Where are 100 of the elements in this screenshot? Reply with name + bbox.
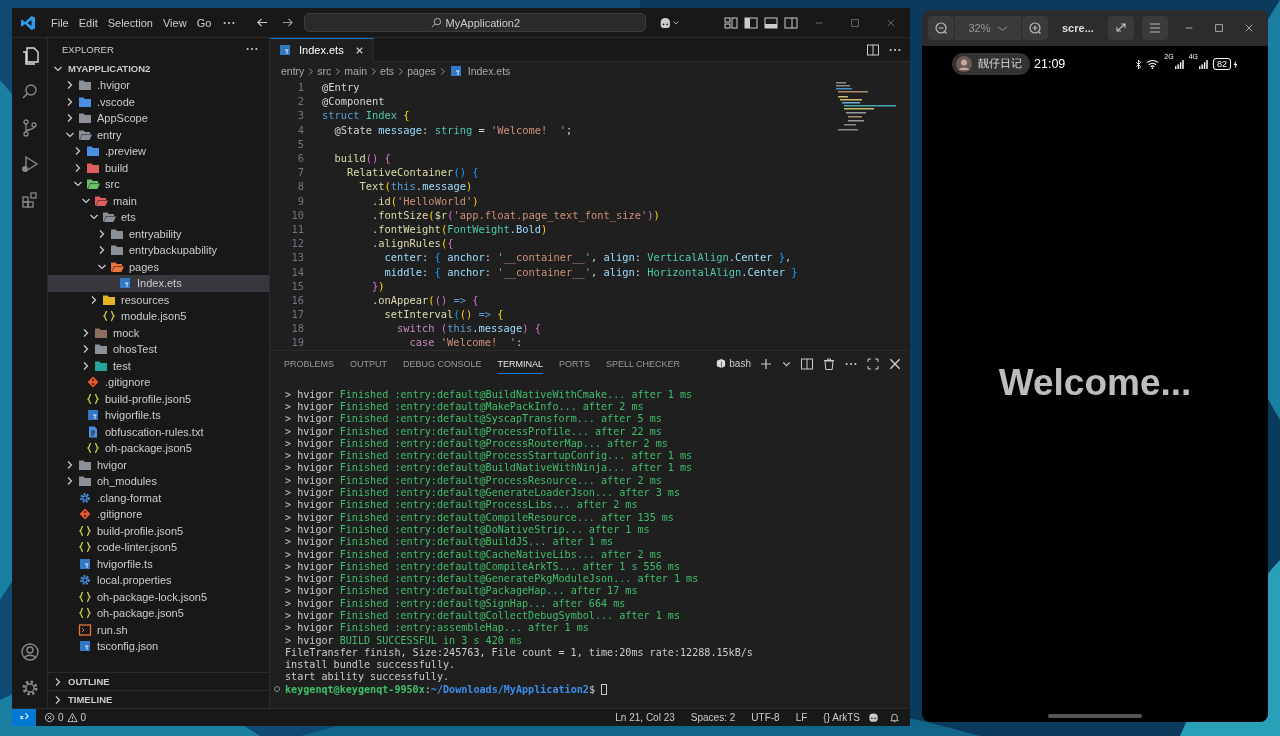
- tree-item[interactable]: tsconfig.json: [48, 638, 269, 655]
- tree-item[interactable]: module.json5: [48, 308, 269, 325]
- tree-item[interactable]: Index.ets: [48, 275, 269, 292]
- add-terminal-icon[interactable]: [759, 356, 773, 371]
- menu-item[interactable]: Selection: [102, 13, 158, 32]
- tree-item[interactable]: src: [48, 176, 269, 193]
- tree-item[interactable]: hvigorfile.ts: [48, 407, 269, 424]
- problems-button[interactable]: 0 0: [36, 712, 95, 723]
- code-line: }): [371, 279, 385, 292]
- notification-bell-icon[interactable]: [889, 712, 900, 723]
- tree-item[interactable]: entry: [48, 126, 269, 143]
- tree-item[interactable]: code-linter.json5: [48, 539, 269, 556]
- tree-item[interactable]: oh-package.json5: [48, 605, 269, 622]
- command-center[interactable]: MyApplication2: [304, 13, 647, 32]
- tree-item[interactable]: .vscode: [48, 93, 269, 110]
- breadcrumb-item[interactable]: src: [317, 65, 332, 77]
- code-line: build() {: [333, 152, 391, 165]
- tree-item[interactable]: build-profile.json5: [48, 522, 269, 539]
- app-chip[interactable]: 靓仔日记: [952, 53, 1030, 75]
- close-icon[interactable]: [888, 356, 902, 371]
- menu-item[interactable]: File: [46, 13, 74, 32]
- project-header[interactable]: MYAPPLICATION2: [48, 60, 269, 77]
- menu-item[interactable]: Edit: [73, 13, 103, 32]
- tree-item[interactable]: build-profile.json5: [48, 390, 269, 407]
- tree-item[interactable]: test: [48, 357, 269, 374]
- tree-item[interactable]: .gitignore: [48, 374, 269, 391]
- fullscreen-icon[interactable]: [1107, 16, 1134, 40]
- menu-item[interactable]: View: [157, 13, 192, 32]
- maximize-icon[interactable]: [1214, 23, 1224, 33]
- status-item[interactable]: {} ArkTS: [815, 712, 868, 723]
- status-item[interactable]: Spaces: 2: [682, 712, 744, 723]
- zoom-out-icon[interactable]: [928, 16, 954, 40]
- breadcrumb-item[interactable]: ets: [380, 65, 395, 77]
- close-icon[interactable]: [1244, 23, 1254, 33]
- terminal-shell-button[interactable]: bash: [715, 358, 751, 369]
- panel-toggle-icon[interactable]: [764, 15, 778, 30]
- tree-item[interactable]: .preview: [48, 143, 269, 160]
- layout-icon[interactable]: [724, 15, 738, 30]
- tree-item[interactable]: ets: [48, 209, 269, 226]
- tree-item[interactable]: mock: [48, 324, 269, 341]
- tree-item[interactable]: ohosTest: [48, 341, 269, 358]
- tree-item[interactable]: local.properties: [48, 572, 269, 589]
- tree-item[interactable]: resources: [48, 291, 269, 308]
- tree-item[interactable]: run.sh: [48, 621, 269, 638]
- copilot-icon[interactable]: [658, 16, 681, 29]
- panel-tab[interactable]: SPELL CHECKER: [605, 353, 681, 374]
- tree-item[interactable]: hvigorfile.ts: [48, 555, 269, 572]
- logo-icon[interactable]: [20, 14, 36, 31]
- trash-icon[interactable]: [822, 356, 836, 371]
- split-terminal-icon[interactable]: [800, 356, 814, 371]
- maximize-panel-icon[interactable]: [866, 356, 880, 371]
- tree-item[interactable]: hvigor: [48, 456, 269, 473]
- breadcrumb-item[interactable]: main: [344, 65, 368, 77]
- status-item[interactable]: UTF-8: [743, 712, 788, 723]
- breadcrumb-item[interactable]: pages: [407, 65, 436, 77]
- more-icon[interactable]: [888, 47, 902, 52]
- back-arrow-icon[interactable]: [256, 16, 270, 29]
- editor-tab[interactable]: Index.ets: [270, 37, 374, 62]
- tree-item[interactable]: .hvigor: [48, 77, 269, 94]
- status-item[interactable]: Ln 21, Col 23: [607, 712, 683, 723]
- menu-icon[interactable]: [1141, 16, 1168, 40]
- tree-item[interactable]: oh_modules: [48, 473, 269, 490]
- breadcrumb-item[interactable]: entry: [281, 65, 305, 77]
- copilot-icon[interactable]: [868, 712, 879, 723]
- breadcrumb-item[interactable]: Index.ets: [467, 65, 511, 77]
- split-editor-icon[interactable]: [866, 42, 880, 57]
- more-icon[interactable]: [844, 361, 858, 366]
- more-icon[interactable]: [222, 20, 237, 25]
- menu-item[interactable]: Go: [191, 13, 217, 32]
- status-item[interactable]: LF: [787, 712, 816, 723]
- run-debug-icon[interactable]: [19, 154, 40, 174]
- tree-item[interactable]: obfuscation-rules.txt: [48, 423, 269, 440]
- line-number: 2: [296, 95, 304, 108]
- more-icon[interactable]: [245, 47, 259, 51]
- tree-item[interactable]: main: [48, 192, 269, 209]
- tree-item[interactable]: entryability: [48, 225, 269, 242]
- section-header[interactable]: OUTLINE: [48, 672, 269, 690]
- zoom-dropdown[interactable]: 32%: [955, 16, 1021, 40]
- zoom-in-icon[interactable]: [1022, 16, 1048, 40]
- sidebar-toggle-icon[interactable]: [744, 15, 758, 30]
- maximize-icon[interactable]: [850, 17, 860, 28]
- tree-item[interactable]: oh-package.json5: [48, 440, 269, 457]
- panel-tab[interactable]: TERMINAL: [497, 353, 544, 374]
- clock: 21:09: [1034, 57, 1066, 71]
- tree-item[interactable]: .gitignore: [48, 506, 269, 523]
- panel-tab[interactable]: DEBUG CONSOLE: [403, 353, 482, 374]
- panel-tab[interactable]: PROBLEMS: [284, 353, 334, 374]
- tree-item[interactable]: pages: [48, 258, 269, 275]
- secondary-sidebar-icon[interactable]: [784, 15, 798, 30]
- tree-item[interactable]: .clang-format: [48, 489, 269, 506]
- tree-item[interactable]: build: [48, 159, 269, 176]
- forward-arrow-icon[interactable]: [281, 16, 295, 29]
- panel-tab[interactable]: OUTPUT: [350, 353, 387, 374]
- account-icon[interactable]: [19, 642, 40, 662]
- panel-tab[interactable]: PORTS: [559, 353, 590, 374]
- tree-item[interactable]: entrybackupability: [48, 242, 269, 259]
- tree-item[interactable]: AppScope: [48, 110, 269, 127]
- extensions-icon[interactable]: [19, 190, 40, 210]
- tree-item[interactable]: oh-package-lock.json5: [48, 588, 269, 605]
- remote-button[interactable]: [12, 709, 36, 726]
